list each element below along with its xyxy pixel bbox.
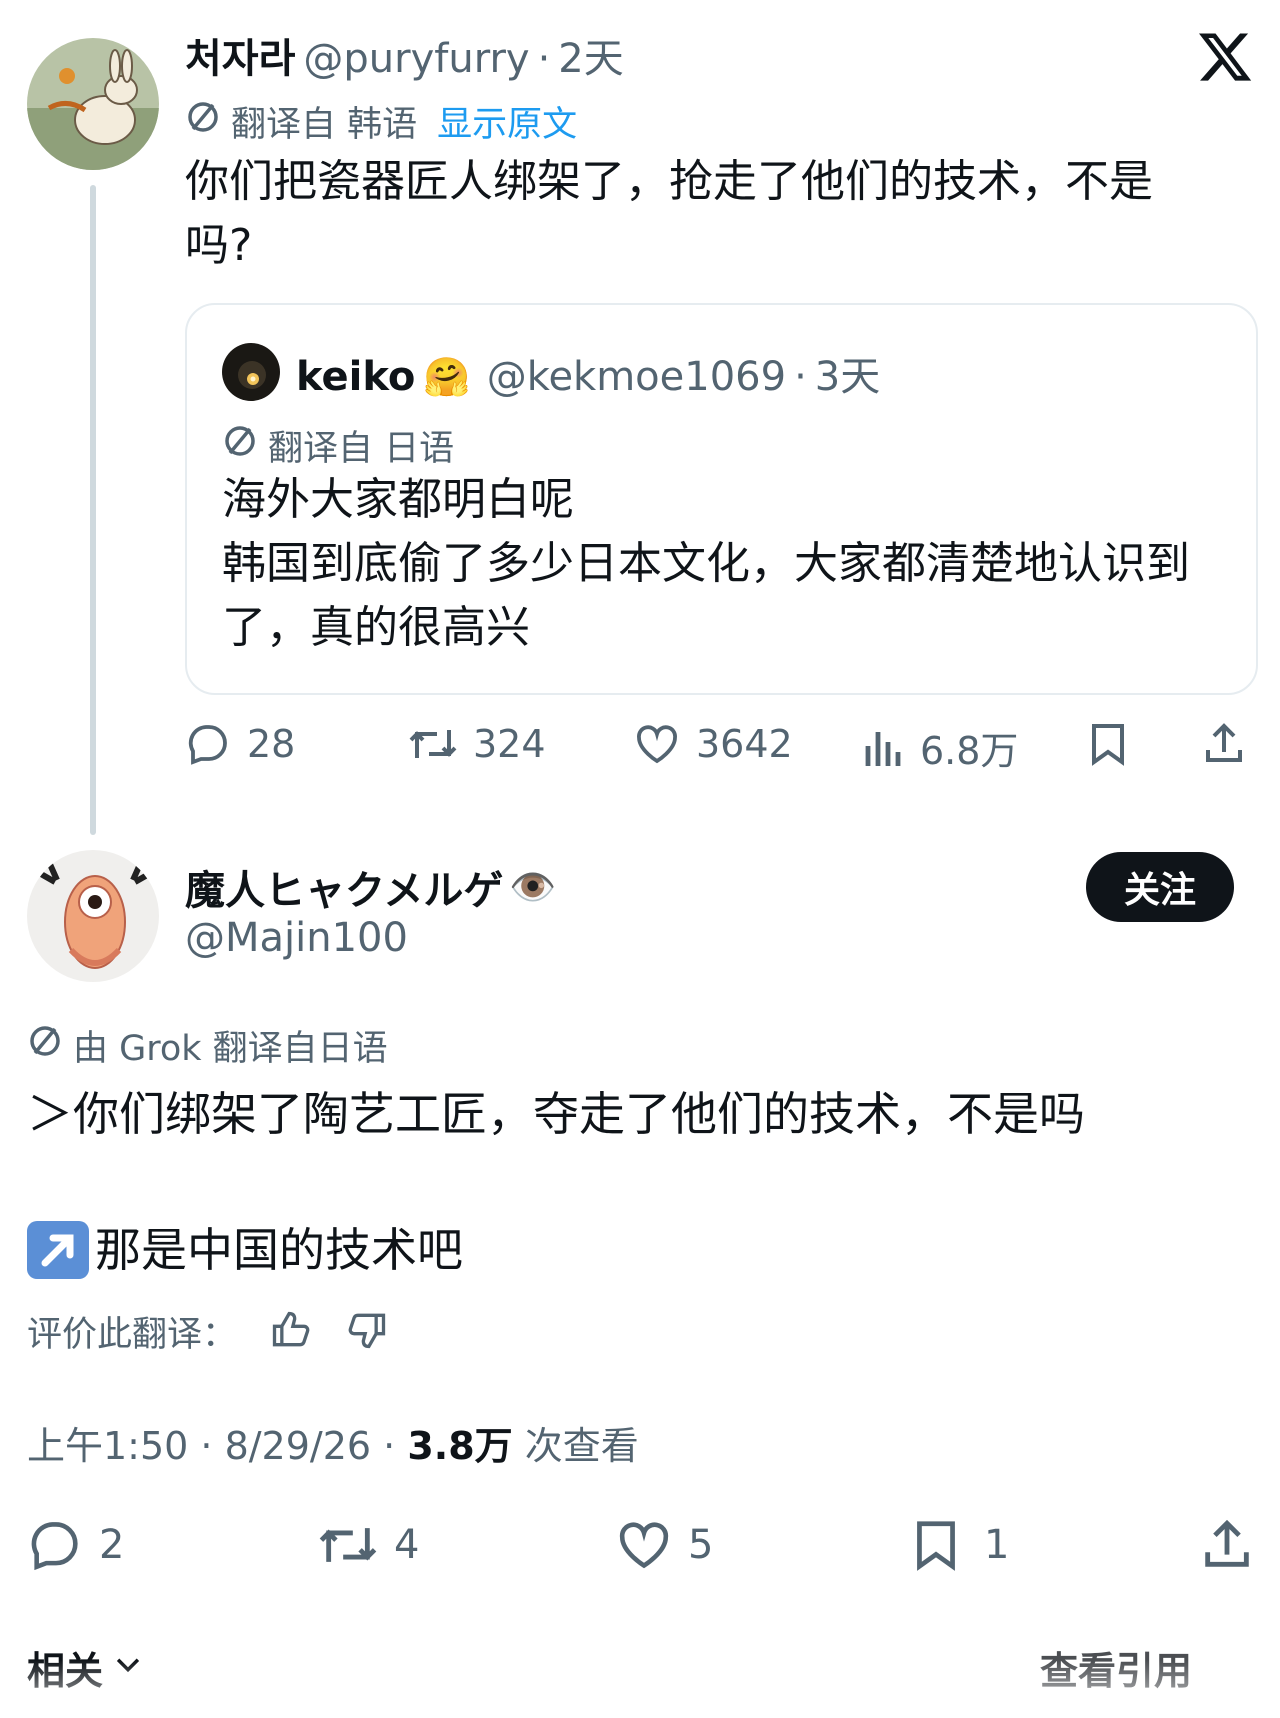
author-name[interactable]: 처자라 — [185, 26, 295, 84]
chevron-down-icon — [111, 1646, 145, 1690]
retweet-count: 324 — [473, 722, 546, 766]
thumbs-down-icon[interactable] — [345, 1308, 389, 1356]
eye-emoji: 👁️ — [509, 864, 557, 909]
author-name[interactable]: 魔人ヒャクメルゲ — [185, 858, 503, 916]
tweet-text: 你们把瓷器匠人绑架了，抢走了他们的技术，不是 吗? — [185, 156, 1153, 271]
quoted-translation-note: 翻译自 日语 — [222, 420, 454, 471]
quoted-author-handle: @kekmoe1069 — [486, 354, 787, 400]
separator: · — [794, 354, 807, 400]
author-handle[interactable]: @Majin100 — [185, 915, 408, 961]
heart-icon — [614, 1516, 674, 1574]
reply-count: 28 — [247, 722, 296, 766]
tweet-timestamp-row: 上午1:50 · 8/29/26 · 3.8万 次查看 — [27, 1415, 639, 1470]
share-icon — [1200, 720, 1248, 768]
translate-icon — [185, 99, 221, 144]
views-count: 3.8万 — [407, 1424, 513, 1468]
tweet-text: 那是中国的技术吧 — [95, 1223, 463, 1277]
translate-icon — [222, 423, 258, 468]
views-count: 6.8万 — [920, 729, 1019, 773]
views-button[interactable]: 6.8万 — [862, 720, 1018, 775]
x-logo-icon[interactable] — [1196, 28, 1254, 86]
heart-icon — [632, 720, 682, 768]
like-button[interactable]: 5 — [614, 1516, 713, 1574]
share-icon — [1198, 1516, 1256, 1574]
translated-by-label: 由 Grok 翻译自日语 — [73, 1029, 388, 1069]
avatar[interactable] — [27, 850, 159, 982]
retweet-icon — [407, 720, 459, 768]
translate-icon — [27, 1023, 63, 1068]
reply-icon — [185, 720, 233, 768]
bookmark-button[interactable]: 1 — [910, 1516, 1009, 1574]
post-time[interactable]: 2天 — [558, 26, 623, 84]
translated-from-label: 翻译自 日语 — [268, 429, 455, 469]
avatar[interactable] — [27, 38, 159, 170]
share-button[interactable] — [1198, 1516, 1256, 1574]
separator: · — [537, 36, 551, 82]
follow-button[interactable]: 关注 — [1086, 852, 1234, 922]
show-original-link[interactable]: 显示原文 — [437, 96, 577, 147]
reply-tweet-header: 처자라 @puryfurry · 2天 — [185, 26, 624, 84]
related-label: 相关 — [27, 1649, 104, 1693]
reply-button[interactable]: 28 — [185, 720, 295, 768]
rate-translation-row: 评价此翻译： — [27, 1306, 389, 1357]
hugging-face-emoji: 🤗 — [423, 355, 471, 399]
thumbs-up-icon[interactable] — [269, 1308, 313, 1356]
views-label: 次查看 — [512, 1424, 639, 1468]
grok-translation-note: 由 Grok 翻译自日语 — [27, 1020, 388, 1071]
retweet-count: 4 — [394, 1522, 420, 1568]
retweet-button[interactable]: 4 — [316, 1516, 419, 1574]
share-button[interactable] — [1200, 720, 1248, 768]
reply-button[interactable]: 2 — [27, 1516, 124, 1574]
tweet-text-line-2: 那是中国的技术吧 — [27, 1218, 463, 1282]
author-handle[interactable]: @puryfurry — [303, 36, 529, 82]
quoted-avatar[interactable] — [222, 343, 280, 401]
like-count: 3642 — [696, 722, 793, 766]
view-quotes-link[interactable]: 查看引用 — [1040, 1640, 1192, 1695]
thread-connector-line — [90, 185, 96, 835]
quoted-tweet-header: keiko 🤗 @kekmoe1069 · 3天 — [296, 344, 880, 402]
reply-count: 2 — [99, 1522, 125, 1568]
reply-icon — [27, 1516, 85, 1574]
rate-translation-label: 评价此翻译： — [27, 1315, 238, 1355]
quoted-tweet-text: 海外大家都明白呢 韩国到底偷了多少日本文化，大家都清楚地认识到 了，真的很高兴 — [222, 474, 1190, 653]
like-button[interactable]: 3642 — [632, 720, 793, 768]
views-chart-icon — [862, 724, 906, 772]
quoted-post-time: 3天 — [814, 354, 881, 400]
timestamp[interactable]: 上午1:50 · 8/29/26 · — [27, 1424, 407, 1468]
up-right-arrow-emoji — [27, 1221, 89, 1279]
like-count: 5 — [688, 1522, 714, 1568]
bookmark-count: 1 — [984, 1522, 1010, 1568]
main-tweet-header: 魔人ヒャクメルゲ 👁️ — [185, 858, 557, 916]
bookmark-icon — [910, 1516, 962, 1574]
tweet-text-line-1: ＞你们绑架了陶艺工匠，夺走了他们的技术，不是吗 — [27, 1087, 1085, 1141]
retweet-button[interactable]: 324 — [407, 720, 546, 768]
related-toggle[interactable]: 相关 — [27, 1640, 145, 1695]
translated-from-label: 翻译自 韩语 — [231, 105, 418, 145]
quoted-author-name: keiko — [296, 354, 416, 400]
retweet-icon — [316, 1516, 380, 1574]
bookmark-icon — [1086, 720, 1130, 768]
translation-note: 翻译自 韩语 显示原文 — [185, 96, 577, 147]
bookmark-button[interactable] — [1086, 720, 1130, 768]
